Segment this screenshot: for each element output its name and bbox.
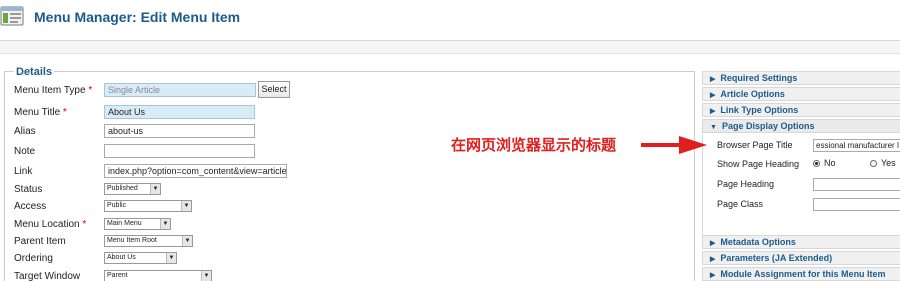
panel-page-display-options[interactable]: ▼ Page Display Options [702,119,900,133]
annotation-text: 在网页浏览器显示的标题 [451,136,617,154]
panel-required-settings[interactable]: ▶ Required Settings [702,71,900,85]
page-heading-input[interactable] [813,178,900,191]
status-select[interactable]: Published ▼ [104,183,161,195]
details-fieldset: Details Menu Item Type * Single Article … [4,66,695,281]
field-parent-item: Parent Item Menu Item Root ▼ [5,234,685,250]
field-link: Link index.php?option=com_content&view=a… [5,164,685,180]
page-header: Menu Manager: Edit Menu Item [0,0,900,38]
panel-label: Article Options [720,89,785,99]
show-heading-yes-radio[interactable]: Yes [870,158,896,168]
status-label: Status [14,184,43,195]
chevron-down-icon: ▼ [181,201,191,211]
page-display-options-body: Browser Page Title essional manufacturer… [702,134,900,236]
target-window-label: Target Window [14,271,81,281]
menu-title-input[interactable]: About Us [104,105,255,119]
chevron-down-icon: ▼ [150,184,160,194]
triangle-right-icon: ▶ [710,240,716,247]
field-access: Access Public ▼ [5,199,685,215]
menu-item-type-label: Menu Item Type [14,85,86,96]
radio-selected-icon [813,160,820,167]
page-heading-label: Page Heading [717,179,775,189]
ordering-select-value: About Us [107,254,136,261]
browser-page-title-input[interactable]: essional manufacturer I [813,139,900,152]
browser-page-title-label: Browser Page Title [717,140,793,150]
note-label: Note [14,146,36,157]
field-menu-item-type: Menu Item Type * Single Article Select [5,81,685,99]
ordering-select[interactable]: About Us ▼ [104,252,177,264]
target-window-select-value: Parent [107,272,128,279]
chevron-down-icon: ▼ [182,236,192,246]
panel-label: Metadata Options [720,237,796,247]
access-select[interactable]: Public ▼ [104,200,192,212]
select-button[interactable]: Select [258,81,290,98]
triangle-right-icon: ▶ [710,256,716,263]
triangle-down-icon: ▼ [710,124,717,131]
details-legend: Details [14,66,55,78]
alias-input[interactable]: about-us [104,124,255,138]
link-input[interactable]: index.php?option=com_content&view=articl… [104,164,287,178]
panel-label: Page Display Options [721,121,815,131]
panel-metadata-options[interactable]: ▶ Metadata Options [702,235,900,249]
alias-label: Alias [14,126,36,137]
panel-article-options[interactable]: ▶ Article Options [702,87,900,101]
target-window-select[interactable]: Parent ▼ [104,270,212,281]
field-status: Status Published ▼ [5,182,685,198]
access-select-value: Public [107,202,127,209]
page-class-input[interactable] [813,198,900,211]
annotation-arrow-icon [641,136,707,154]
chevron-down-icon: ▼ [160,219,170,229]
triangle-right-icon: ▶ [710,108,716,115]
radio-no-label: No [824,158,836,168]
menu-location-label: Menu Location [14,219,80,230]
parent-item-select-value: Menu Item Root [107,237,157,244]
field-menu-title: Menu Title * About Us [5,105,685,121]
chevron-down-icon: ▼ [201,271,211,281]
toolbar-band [0,41,900,53]
radio-unselected-icon [870,160,877,167]
parent-item-label: Parent Item [14,236,66,247]
page-class-label: Page Class [717,199,764,209]
show-heading-no-radio[interactable]: No [813,158,836,168]
show-page-heading-label: Show Page Heading [717,159,800,169]
status-select-value: Published [107,185,138,192]
link-label: Link [14,166,33,177]
triangle-right-icon: ▶ [710,92,716,99]
field-ordering: Ordering About Us ▼ [5,251,685,267]
menu-item-type-input[interactable]: Single Article [104,83,256,97]
radio-yes-label: Yes [881,158,896,168]
note-input[interactable] [104,144,255,158]
page-title: Menu Manager: Edit Menu Item [34,9,241,25]
menu-title-label: Menu Title [14,107,61,118]
access-label: Access [14,201,47,212]
panel-label: Required Settings [720,73,798,83]
required-marker: * [88,85,93,96]
panel-parameters-ja-extended[interactable]: ▶ Parameters (JA Extended) [702,251,900,265]
panel-module-assignment[interactable]: ▶ Module Assignment for this Menu Item [702,267,900,281]
menu-manager-icon [0,6,24,26]
panel-label: Module Assignment for this Menu Item [720,269,886,279]
ordering-label: Ordering [14,253,53,264]
menu-location-select-value: Main Menu [107,220,142,227]
panel-label: Parameters (JA Extended) [720,253,833,263]
parent-item-select[interactable]: Menu Item Root ▼ [104,235,193,247]
required-marker: * [82,219,87,230]
field-target-window: Target Window Parent ▼ [5,269,685,281]
required-marker: * [62,107,67,118]
panel-link-type-options[interactable]: ▶ Link Type Options [702,103,900,117]
panel-label: Link Type Options [720,105,799,115]
toolbar-divider [0,53,900,54]
triangle-right-icon: ▶ [710,76,716,83]
triangle-right-icon: ▶ [710,272,716,279]
field-menu-location: Menu Location * Main Menu ▼ [5,217,685,233]
menu-location-select[interactable]: Main Menu ▼ [104,218,171,230]
chevron-down-icon: ▼ [166,253,176,263]
